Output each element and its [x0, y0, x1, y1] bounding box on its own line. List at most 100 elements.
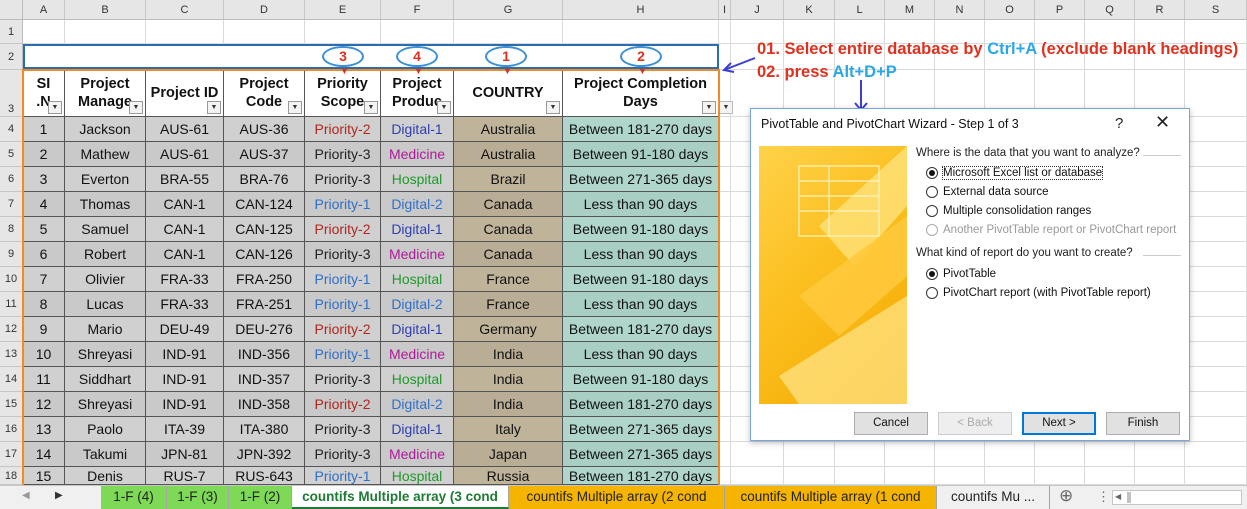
column-header-h[interactable]: H [563, 0, 719, 20]
table-cell[interactable]: CAN-1 [146, 217, 224, 242]
table-cell[interactable]: Less than 90 days [563, 192, 719, 217]
table-cell[interactable]: Hospital [381, 367, 454, 392]
sheet-tab[interactable]: countifs Multiple array (1 cond [725, 486, 937, 509]
table-cell[interactable]: India [454, 367, 563, 392]
column-header-q[interactable]: Q [1085, 0, 1135, 20]
table-cell[interactable]: CAN-125 [224, 217, 305, 242]
table-cell[interactable]: CAN-124 [224, 192, 305, 217]
table-cell[interactable]: Australia [454, 142, 563, 167]
table-cell[interactable]: Between 181-270 days [563, 467, 719, 485]
filter-dropdown-icon[interactable]: ▼ [437, 101, 451, 114]
table-cell[interactable]: India [454, 342, 563, 367]
cancel-button[interactable]: Cancel [854, 412, 928, 435]
table-cell[interactable]: 8 [23, 292, 65, 317]
table-cell[interactable]: Between 271-365 days [563, 442, 719, 467]
filter-dropdown-icon[interactable]: ▼ [48, 101, 62, 114]
table-cell[interactable]: RUS-7 [146, 467, 224, 485]
table-cell[interactable]: BRA-76 [224, 167, 305, 192]
table-cell[interactable]: Between 91-180 days [563, 267, 719, 292]
column-header-i[interactable]: I [719, 0, 731, 20]
table-cell[interactable]: Between 181-270 days [563, 392, 719, 417]
table-cell[interactable]: Between 271-365 days [563, 417, 719, 442]
radio-external-source[interactable]: External data source [926, 186, 1048, 198]
column-header-b[interactable]: B [65, 0, 146, 20]
table-cell[interactable]: ITA-380 [224, 417, 305, 442]
table-cell[interactable]: RUS-643 [224, 467, 305, 485]
table-cell[interactable]: Hospital [381, 167, 454, 192]
row-header-8[interactable]: 8 [0, 217, 23, 242]
table-cell[interactable]: IND-356 [224, 342, 305, 367]
table-cell[interactable]: Priority-1 [305, 292, 381, 317]
table-cell[interactable]: FRA-250 [224, 267, 305, 292]
help-button[interactable]: ? [1115, 115, 1123, 132]
row-header-9[interactable]: 9 [0, 242, 23, 267]
table-cell[interactable]: Priority-3 [305, 142, 381, 167]
add-sheet-icon[interactable]: ⊕ [1059, 486, 1073, 506]
sheet-tab[interactable]: countifs Multiple array (2 cond [509, 486, 725, 509]
row-header-17[interactable]: 17 [0, 442, 23, 467]
row-header-15[interactable]: 15 [0, 392, 23, 417]
table-cell[interactable]: Russia [454, 467, 563, 485]
table-cell[interactable]: Digital-1 [381, 417, 454, 442]
radio-pivotchart[interactable]: PivotChart report (with PivotTable repor… [926, 287, 1151, 299]
horizontal-scrollbar[interactable]: ◀ [1112, 490, 1242, 505]
row-header-13[interactable]: 13 [0, 342, 23, 367]
column-header-k[interactable]: K [784, 0, 835, 20]
table-cell[interactable]: 6 [23, 242, 65, 267]
table-cell[interactable]: Priority-1 [305, 467, 381, 485]
table-cell[interactable]: 11 [23, 367, 65, 392]
sheet-tab[interactable]: countifs Mu ... [937, 486, 1050, 509]
filter-dropdown-icon[interactable]: ▼ [207, 101, 221, 114]
column-header-j[interactable]: J [731, 0, 784, 20]
filter-dropdown-icon[interactable]: ▼ [288, 101, 302, 114]
radio-pivottable[interactable]: PivotTable [926, 268, 996, 280]
table-cell[interactable]: Hospital [381, 267, 454, 292]
table-cell[interactable]: Digital-2 [381, 192, 454, 217]
table-cell[interactable]: 1 [23, 117, 65, 142]
table-cell[interactable]: Medicine [381, 242, 454, 267]
table-cell[interactable]: ITA-39 [146, 417, 224, 442]
pivot-wizard-dialog[interactable]: PivotTable and PivotChart Wizard - Step … [750, 108, 1190, 441]
row-header-18[interactable]: 18 [0, 467, 23, 485]
close-icon[interactable]: ✕ [1155, 112, 1170, 133]
row-header-5[interactable]: 5 [0, 142, 23, 167]
table-cell[interactable]: Digital-1 [381, 117, 454, 142]
table-cell[interactable]: Priority-2 [305, 117, 381, 142]
table-cell[interactable]: Mathew [65, 142, 146, 167]
table-cell[interactable]: Digital-2 [381, 392, 454, 417]
column-header-r[interactable]: R [1135, 0, 1185, 20]
table-cell[interactable]: Lucas [65, 292, 146, 317]
table-cell[interactable]: Medicine [381, 342, 454, 367]
table-cell[interactable]: Robert [65, 242, 146, 267]
table-cell[interactable]: Medicine [381, 142, 454, 167]
sheet-tab[interactable]: countifs Multiple array (3 cond [292, 486, 509, 509]
table-cell[interactable]: IND-357 [224, 367, 305, 392]
table-cell[interactable]: Australia [454, 117, 563, 142]
header-cell-0[interactable]: SI .N ▼ [23, 70, 65, 117]
table-cell[interactable]: CAN-1 [146, 242, 224, 267]
table-cell[interactable]: Medicine [381, 442, 454, 467]
table-cell[interactable]: 15 [23, 467, 65, 485]
table-cell[interactable]: Thomas [65, 192, 146, 217]
row-header-7[interactable]: 7 [0, 192, 23, 217]
table-cell[interactable]: Japan [454, 442, 563, 467]
column-header-g[interactable]: G [454, 0, 563, 20]
header-cell-6[interactable]: COUNTRY ▼ [454, 70, 563, 117]
table-cell[interactable]: 2 [23, 142, 65, 167]
table-cell[interactable]: Digital-2 [381, 292, 454, 317]
select-all-corner[interactable] [0, 0, 23, 20]
table-cell[interactable]: FRA-33 [146, 292, 224, 317]
table-cell[interactable]: JPN-81 [146, 442, 224, 467]
table-cell[interactable]: Paolo [65, 417, 146, 442]
filter-dropdown-icon[interactable]: ▼ [546, 101, 560, 114]
row-header-14[interactable]: 14 [0, 367, 23, 392]
table-cell[interactable]: Less than 90 days [563, 242, 719, 267]
table-cell[interactable]: Olivier [65, 267, 146, 292]
header-cell-7[interactable]: Project Completion Days ▼ [563, 70, 719, 117]
table-cell[interactable]: Canada [454, 242, 563, 267]
next-button[interactable]: Next > [1022, 412, 1096, 435]
table-cell[interactable]: Priority-3 [305, 367, 381, 392]
table-cell[interactable]: 12 [23, 392, 65, 417]
filter-dropdown-icon[interactable]: ▼ [719, 101, 733, 114]
header-cell-4[interactable]: Priority Scope ▼ [305, 70, 381, 117]
